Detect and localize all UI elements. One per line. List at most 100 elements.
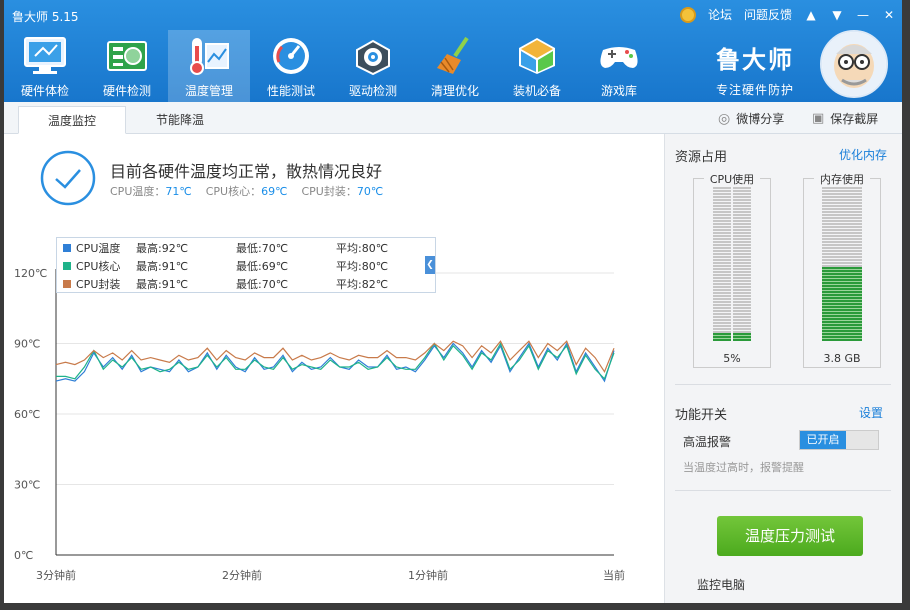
- nav-label: 游戏库: [600, 84, 637, 98]
- y-tick-label: 0℃: [14, 549, 33, 562]
- memory-usage-value: 3.8 GB: [823, 352, 861, 365]
- cube-icon: [515, 34, 559, 78]
- y-tick-label: 60℃: [14, 408, 40, 421]
- settings-link[interactable]: 设置: [859, 404, 883, 421]
- close-icon[interactable]: ✕: [882, 8, 896, 22]
- nav-essentials[interactable]: 装机必备: [496, 30, 578, 102]
- legend-avg: 平均:80℃: [336, 260, 389, 273]
- gamepad-icon: [597, 34, 641, 78]
- nav-label: 清理优化: [430, 84, 479, 98]
- skin-icon[interactable]: ▲: [804, 8, 818, 22]
- optimize-memory-link[interactable]: 优化内存: [839, 146, 887, 163]
- cpu-usage-gauge: CPU使用 5%: [693, 171, 771, 368]
- memory-bar: [822, 187, 862, 341]
- legend-name: CPU封装: [76, 278, 121, 291]
- x-tick-label: 2分钟前: [222, 568, 262, 582]
- cpu-pkg-label: CPU封装：: [301, 185, 357, 198]
- series-line: [56, 342, 615, 380]
- nav-label: 驱动检测: [348, 84, 397, 98]
- nav-hardware-check[interactable]: 硬件体检: [4, 30, 86, 102]
- nav-performance[interactable]: 性能测试: [250, 30, 332, 102]
- mascot-avatar[interactable]: [820, 30, 888, 98]
- nav-hardware-detect[interactable]: 硬件检测: [86, 30, 168, 102]
- y-tick-label: 120℃: [14, 267, 47, 280]
- alarm-label: 高温报警: [683, 435, 732, 449]
- alarm-toggle[interactable]: 已开启: [799, 430, 879, 450]
- nav-games[interactable]: 游戏库: [578, 30, 660, 102]
- nav-label: 温度管理: [184, 84, 233, 98]
- temperature-summary: CPU温度：71℃ CPU核心：69℃ CPU封装：70℃: [110, 183, 383, 199]
- cpu-temp-value: 71℃: [165, 185, 192, 198]
- cpu-bar-fill: [713, 333, 731, 341]
- status-title: 目前各硬件温度均正常，散热情况良好: [110, 162, 383, 181]
- legend-swatch: [63, 244, 71, 252]
- legend-name: CPU温度: [76, 242, 121, 255]
- y-tick-label: 30℃: [14, 479, 40, 492]
- x-tick-label: 当前: [603, 568, 625, 582]
- x-tick-label: 3分钟前: [36, 568, 76, 582]
- memory-usage-gauge: 内存使用 3.8 GB: [803, 171, 881, 368]
- memory-bar-fill: [822, 267, 862, 341]
- app-title: 鲁大师 5.15: [12, 10, 79, 24]
- save-screenshot-button[interactable]: ▣ 保存截屏: [812, 110, 878, 127]
- features-title: 功能开关: [675, 408, 728, 423]
- cpu-usage-value: 5%: [723, 352, 741, 365]
- thermometer-icon: [187, 34, 231, 78]
- nav-driver[interactable]: 驱动检测: [332, 30, 414, 102]
- divider: [675, 490, 891, 491]
- board-icon: [105, 34, 149, 78]
- minimize-icon[interactable]: —: [856, 8, 870, 22]
- check-icon: [40, 150, 96, 206]
- feedback-link[interactable]: 问题反馈: [744, 6, 792, 23]
- cpu-bar-fill: [733, 333, 751, 341]
- legend-name: CPU核心: [76, 260, 121, 273]
- forum-link[interactable]: 论坛: [708, 6, 732, 23]
- nav-cleanup[interactable]: 清理优化: [414, 30, 496, 102]
- legend-swatch: [63, 262, 71, 270]
- brand-slogan: 专注硬件防护: [715, 83, 794, 97]
- cpu-core-item: CPU核心：69℃: [206, 183, 288, 199]
- legend-collapse-button[interactable]: ❮: [425, 256, 435, 274]
- legend-max: 最高:92℃: [136, 242, 189, 255]
- divider: [675, 384, 891, 385]
- cpu-bar-left: [713, 187, 731, 341]
- nav-temperature[interactable]: 温度管理: [168, 30, 250, 102]
- titlebar: 鲁大师 5.15 论坛 问题反馈 ▲ ▼ — ✕: [4, 0, 902, 28]
- header: 鲁大师 5.15 论坛 问题反馈 ▲ ▼ — ✕ 硬件体检 硬件检测 温度管理 …: [4, 0, 902, 102]
- broom-icon: [433, 34, 477, 78]
- cpu-temp-label: CPU温度：: [110, 185, 166, 198]
- medal-icon[interactable]: [679, 6, 696, 23]
- alarm-toggle-state: 已开启: [800, 431, 846, 449]
- alarm-description: 当温度过高时，报警提醒: [683, 461, 804, 474]
- weibo-share-button[interactable]: ◎ 微博分享: [718, 110, 784, 127]
- gear-icon: [351, 34, 395, 78]
- cpu-core-value: 69℃: [261, 185, 288, 198]
- legend-swatch: [63, 280, 71, 288]
- tab-temperature-monitor[interactable]: 温度监控: [18, 106, 126, 134]
- weibo-share-label: 微博分享: [736, 112, 785, 126]
- legend-avg: 平均:80℃: [336, 242, 389, 255]
- y-tick-label: 90℃: [14, 338, 40, 351]
- legend-avg: 平均:82℃: [336, 278, 389, 291]
- cpu-pkg-value: 70℃: [356, 185, 384, 198]
- sub-tab-bar: 温度监控 节能降温 ◎ 微博分享 ▣ 保存截屏: [4, 102, 902, 134]
- app-window: 鲁大师 5.15 论坛 问题反馈 ▲ ▼ — ✕ 硬件体检 硬件检测 温度管理 …: [4, 0, 902, 603]
- brand-name: 鲁大师: [716, 46, 794, 74]
- brand: 鲁大师 专注硬件防护: [716, 40, 794, 98]
- legend-row: CPU核心 最高:91℃ 最低:69℃ 平均:80℃: [63, 257, 388, 275]
- cpu-pkg-item: CPU封装：70℃: [301, 183, 383, 199]
- legend-row: CPU温度 最高:92℃ 最低:70℃ 平均:80℃: [63, 239, 388, 257]
- stress-test-button[interactable]: 温度压力测试: [717, 516, 863, 556]
- menu-icon[interactable]: ▼: [830, 8, 844, 22]
- nav-label: 装机必备: [512, 84, 561, 98]
- monitor-icon: [23, 34, 67, 78]
- cpu-temp-item: CPU温度：71℃: [110, 183, 192, 199]
- chart-legend: CPU温度 最高:92℃ 最低:70℃ 平均:80℃ CPU核心 最高:91℃ …: [56, 237, 436, 293]
- memory-usage-label: 内存使用: [814, 171, 870, 187]
- nav-label: 硬件体检: [20, 84, 69, 98]
- main-nav: 硬件体检 硬件检测 温度管理 性能测试 驱动检测 清理优化 装机必备 游戏库: [4, 30, 660, 102]
- tab-energy-saving[interactable]: 节能降温: [126, 106, 234, 134]
- legend-max: 最高:91℃: [136, 278, 189, 291]
- weibo-icon: ◎: [718, 110, 731, 127]
- resources-title: 资源占用: [675, 150, 728, 165]
